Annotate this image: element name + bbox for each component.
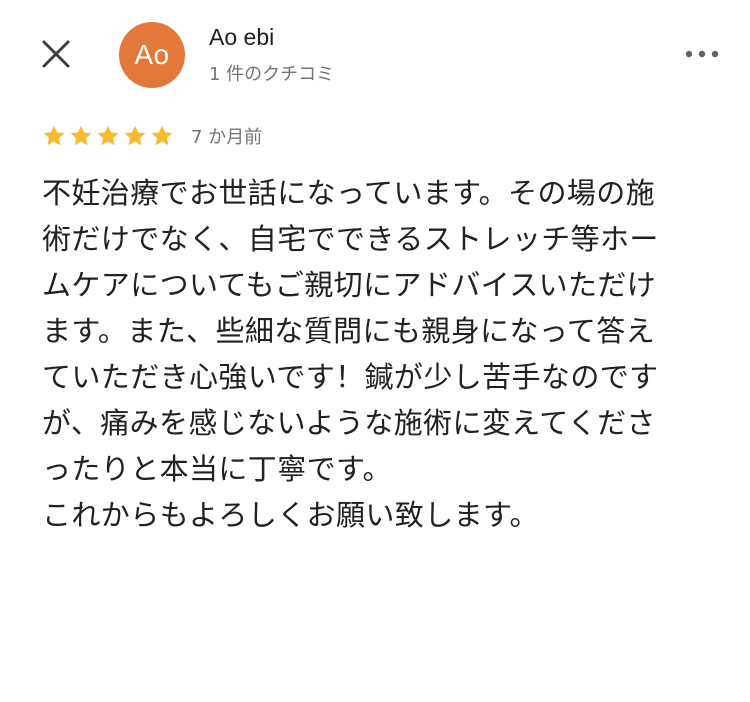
review-count: 1 件のクチコミ [209,64,335,85]
close-button[interactable] [38,36,74,72]
star-icon [43,125,65,146]
star-icon [70,125,92,146]
avatar[interactable]: Ao [119,22,185,88]
more-vertical-icon [685,50,719,58]
star-icon [151,125,173,146]
review-time: 7 か月前 [191,127,263,148]
more-options-button[interactable] [684,44,720,64]
star-icon [97,125,119,146]
reviewer-name[interactable]: Ao ebi [209,24,274,51]
star-icon [124,125,146,146]
rating-row: 7 か月前 [42,122,262,150]
star-rating [42,124,177,148]
review-header: Ao Ao ebi 1 件のクチコミ [0,0,750,110]
review-text: 不妊治療でお世話になっています。その場の施術だけでなく、自宅でできるストレッチ等… [42,176,659,532]
avatar-initials: Ao [134,39,170,70]
close-icon [42,40,70,68]
